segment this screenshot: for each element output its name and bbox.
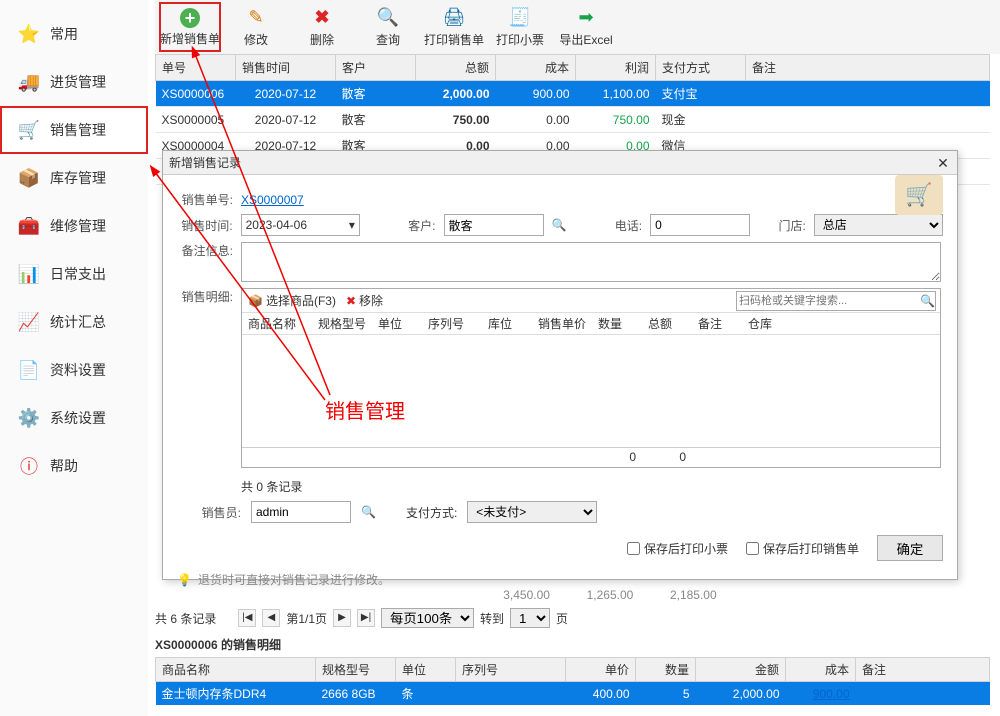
salesperson-input[interactable]: [251, 501, 351, 523]
table-header-row: 单号 销售时间 客户 总额 成本 利润 支付方式 备注: [156, 55, 990, 81]
tip-text: 💡退货时可直接对销售记录进行修改。: [177, 567, 943, 588]
table-row[interactable]: XS00000062020-07-12散客2,000.00900.001,100…: [156, 81, 990, 107]
page-indicator: 第1/1页: [286, 610, 327, 627]
sidebar-item-data[interactable]: 📄资料设置: [0, 346, 148, 394]
remove-icon: ✖: [346, 294, 356, 308]
detail-row[interactable]: 金士顿内存条DDR4 2666 8GB 条 400.00 5 2,000.00 …: [156, 682, 990, 706]
records-count: 共 0 条记录: [241, 474, 943, 495]
help-icon: ⓘ: [18, 455, 40, 477]
salesperson-label: 销售员:: [185, 504, 241, 521]
sidebar-item-stats[interactable]: 📈统计汇总: [0, 298, 148, 346]
truck-icon: 🚚: [18, 71, 40, 93]
toolbar: +新增销售单 ✎修改 ✖删除 🔍查询 🖨打印销售单 🧾打印小票 ➡导出Excel: [155, 0, 1000, 54]
paytype-label: 支付方式:: [406, 504, 457, 521]
scan-input[interactable]: 🔍: [736, 291, 936, 311]
print-icon: 🖨: [443, 7, 465, 29]
toolbar-print-receipt[interactable]: 🧾打印小票: [489, 2, 551, 52]
star-icon: ⭐: [18, 23, 40, 45]
lookup-icon[interactable]: 🔍: [552, 218, 567, 232]
partial-totals: 3,450.00 1,265.00 2,185.00: [155, 586, 990, 604]
print-order-checkbox[interactable]: 保存后打印销售单: [746, 540, 859, 557]
pie-icon: 📈: [18, 311, 40, 333]
calendar-icon: ▾: [349, 218, 355, 232]
order-no-value: XS0000007: [241, 193, 304, 207]
select-product-button[interactable]: 📦选择商品(F3): [248, 292, 336, 309]
toolbar-print-order[interactable]: 🖨打印销售单: [423, 2, 485, 52]
toolbar-delete[interactable]: ✖删除: [291, 2, 353, 52]
cart-icon: 🛒: [18, 119, 40, 141]
pager-total: 共 6 条记录: [155, 610, 216, 627]
sidebar-item-expense[interactable]: 📊日常支出: [0, 250, 148, 298]
search-icon: 🔍: [377, 7, 399, 29]
cust-label: 客户:: [396, 217, 436, 234]
first-page-button[interactable]: |◀: [238, 609, 256, 627]
gear-icon: ⚙️: [18, 407, 40, 429]
print-receipt-checkbox[interactable]: 保存后打印小票: [627, 540, 728, 557]
memo-label: 备注信息:: [177, 242, 233, 259]
detail-grid: 📦选择商品(F3) ✖移除 🔍 商品名称 规格型号 单位 序列号 库位 销售单价…: [241, 288, 941, 468]
page-size-select[interactable]: 每页100条: [381, 608, 474, 628]
cart-illustration-icon: 🛒: [895, 175, 943, 215]
receipt-icon: 🧾: [509, 7, 531, 29]
footer-area: 3,450.00 1,265.00 2,185.00 共 6 条记录 |◀ ◀ …: [155, 586, 990, 716]
pager: 共 6 条记录 |◀ ◀ 第1/1页 ▶ ▶| 每页100条 转到 1 页: [155, 604, 990, 632]
chart-icon: 📊: [18, 263, 40, 285]
toolbar-export[interactable]: ➡导出Excel: [555, 2, 617, 52]
table-row[interactable]: XS00000052020-07-12散客750.000.00750.00现金: [156, 107, 990, 133]
goto-page-select[interactable]: 1: [510, 608, 550, 628]
memo-input[interactable]: [241, 242, 941, 282]
next-page-button[interactable]: ▶: [333, 609, 351, 627]
wrench-icon: 🧰: [18, 215, 40, 237]
sidebar-item-system[interactable]: ⚙️系统设置: [0, 394, 148, 442]
sidebar-item-help[interactable]: ⓘ帮助: [0, 442, 148, 490]
detail-header-row: 商品名称 规格型号 单位 序列号 库位 销售单价 数量 总额 备注 仓库: [242, 313, 940, 335]
toolbar-search[interactable]: 🔍查询: [357, 2, 419, 52]
toolbar-add[interactable]: +新增销售单: [159, 2, 221, 52]
export-icon: ➡: [575, 7, 597, 29]
detail-label: 销售明细:: [177, 288, 233, 305]
lookup-icon[interactable]: 🔍: [361, 505, 376, 519]
prev-page-button[interactable]: ◀: [262, 609, 280, 627]
box-icon: 📦: [18, 167, 40, 189]
search-icon[interactable]: 🔍: [920, 294, 935, 308]
product-icon: 📦: [248, 294, 263, 308]
sidebar-item-purchase[interactable]: 🚚进货管理: [0, 58, 148, 106]
ok-button[interactable]: 确定: [877, 535, 943, 561]
store-select[interactable]: 总店: [814, 214, 943, 236]
remove-button[interactable]: ✖移除: [346, 292, 383, 309]
sidebar-item-common[interactable]: ⭐常用: [0, 10, 148, 58]
tel-label: 电话:: [602, 217, 642, 234]
last-page-button[interactable]: ▶|: [357, 609, 375, 627]
dialog-title: 新增销售记录: [169, 154, 241, 171]
toolbar-edit[interactable]: ✎修改: [225, 2, 287, 52]
detail-title: XS0000006 的销售明细: [155, 632, 990, 657]
edit-icon: ✎: [245, 7, 267, 29]
dialog-titlebar[interactable]: 新增销售记录 ✕: [163, 151, 957, 175]
add-icon: +: [180, 8, 200, 28]
date-input[interactable]: 2023-04-06▾: [241, 214, 360, 236]
detail-footer: 0 0: [242, 447, 940, 467]
sidebar-item-inventory[interactable]: 📦库存管理: [0, 154, 148, 202]
bulb-icon: 💡: [177, 573, 192, 587]
sidebar-item-sales[interactable]: 🛒销售管理: [0, 106, 148, 154]
delete-icon: ✖: [311, 7, 333, 29]
tel-input[interactable]: [650, 214, 750, 236]
sidebar-item-repair[interactable]: 🧰维修管理: [0, 202, 148, 250]
detail-table: 商品名称 规格型号 单位 序列号 单价 数量 金额 成本 备注 金士顿内存条DD…: [155, 657, 990, 705]
doc-icon: 📄: [18, 359, 40, 381]
time-label: 销售时间:: [177, 217, 233, 234]
store-label: 门店:: [766, 217, 806, 234]
order-no-label: 销售单号:: [177, 191, 233, 208]
sidebar: ⭐常用 🚚进货管理 🛒销售管理 📦库存管理 🧰维修管理 📊日常支出 📈统计汇总 …: [0, 0, 148, 716]
close-icon[interactable]: ✕: [935, 155, 951, 171]
customer-input[interactable]: [444, 214, 544, 236]
add-sale-dialog: 新增销售记录 ✕ 🛒 销售单号: XS0000007 销售时间: 2023-04…: [162, 150, 958, 580]
paytype-select[interactable]: <未支付>: [467, 501, 597, 523]
